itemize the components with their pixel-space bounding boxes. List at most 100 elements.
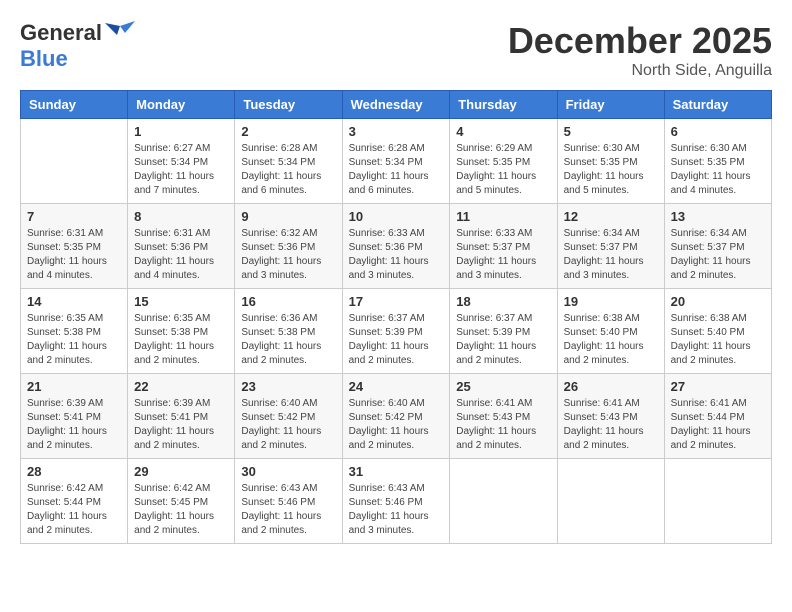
calendar-week-row: 21 Sunrise: 6:39 AMSunset: 5:41 PMDayligh… (21, 374, 772, 459)
day-number: 28 (27, 464, 121, 479)
calendar-cell: 6 Sunrise: 6:30 AMSunset: 5:35 PMDaylight… (664, 119, 771, 204)
day-number: 21 (27, 379, 121, 394)
calendar-cell: 1 Sunrise: 6:27 AMSunset: 5:34 PMDaylight… (128, 119, 235, 204)
day-info: Sunrise: 6:33 AMSunset: 5:36 PMDaylight:… (349, 227, 444, 283)
day-info: Sunrise: 6:39 AMSunset: 5:41 PMDaylight:… (134, 397, 228, 453)
day-info: Sunrise: 6:43 AMSunset: 5:46 PMDaylight:… (349, 482, 444, 538)
calendar-table: Sunday Monday Tuesday Wednesday Thursday… (20, 90, 772, 544)
calendar-cell: 25Sunrise: 6:41 AMSunset: 5:43 PMDayligh… (450, 374, 557, 459)
day-info: Sunrise: 6:42 AMSunset: 5:45 PMDaylight:… (134, 482, 228, 538)
logo-general-text: General (20, 20, 102, 46)
day-number: 23 (241, 379, 335, 394)
day-number: 8 (134, 209, 228, 224)
calendar-cell: 23 Sunrise: 6:40 AMSunset: 5:42 PMDayligh… (235, 374, 342, 459)
day-info: Sunrise: 6:37 AMSunset: 5:39 PMDaylight:… (349, 312, 444, 368)
day-info: Sunrise: 6:31 AMSunset: 5:36 PMDaylight:… (134, 227, 228, 283)
title-block: December 2025 North Side, Anguilla (508, 20, 772, 80)
day-number: 22 (134, 379, 228, 394)
calendar-cell: 9Sunrise: 6:32 AMSunset: 5:36 PMDaylight… (235, 204, 342, 289)
calendar-cell (557, 459, 664, 544)
day-info: Sunrise: 6:34 AMSunset: 5:37 PMDaylight:… (564, 227, 658, 283)
calendar-cell: 27Sunrise: 6:41 AMSunset: 5:44 PMDayligh… (664, 374, 771, 459)
calendar-cell: 15 Sunrise: 6:35 AMSunset: 5:38 PMDayligh… (128, 289, 235, 374)
calendar-cell: 30Sunrise: 6:43 AMSunset: 5:46 PMDayligh… (235, 459, 342, 544)
day-number: 30 (241, 464, 335, 479)
calendar-cell (450, 459, 557, 544)
calendar-cell: 10 Sunrise: 6:33 AMSunset: 5:36 PMDayligh… (342, 204, 450, 289)
calendar-cell: 7 Sunrise: 6:31 AMSunset: 5:35 PMDaylight… (21, 204, 128, 289)
day-info: Sunrise: 6:42 AMSunset: 5:44 PMDaylight:… (27, 482, 121, 538)
day-number: 29 (134, 464, 228, 479)
day-info: Sunrise: 6:30 AMSunset: 5:35 PMDaylight:… (564, 142, 658, 198)
day-number: 17 (349, 294, 444, 309)
day-number: 26 (564, 379, 658, 394)
calendar-week-row: 14 Sunrise: 6:35 AMSunset: 5:38 PMDayligh… (21, 289, 772, 374)
day-info: Sunrise: 6:36 AMSunset: 5:38 PMDaylight:… (241, 312, 335, 368)
calendar-cell: 3Sunrise: 6:28 AMSunset: 5:34 PMDaylight… (342, 119, 450, 204)
calendar-week-row: 1 Sunrise: 6:27 AMSunset: 5:34 PMDaylight… (21, 119, 772, 204)
calendar-cell: 21 Sunrise: 6:39 AMSunset: 5:41 PMDayligh… (21, 374, 128, 459)
day-info: Sunrise: 6:38 AMSunset: 5:40 PMDaylight:… (671, 312, 765, 368)
day-number: 4 (456, 124, 550, 139)
calendar-cell: 11 Sunrise: 6:33 AMSunset: 5:37 PMDayligh… (450, 204, 557, 289)
day-number: 20 (671, 294, 765, 309)
day-info: Sunrise: 6:39 AMSunset: 5:41 PMDaylight:… (27, 397, 121, 453)
day-number: 7 (27, 209, 121, 224)
calendar-cell: 20 Sunrise: 6:38 AMSunset: 5:40 PMDayligh… (664, 289, 771, 374)
day-info: Sunrise: 6:27 AMSunset: 5:34 PMDaylight:… (134, 142, 228, 198)
day-number: 10 (349, 209, 444, 224)
day-info: Sunrise: 6:29 AMSunset: 5:35 PMDaylight:… (456, 142, 550, 198)
day-number: 1 (134, 124, 228, 139)
day-info: Sunrise: 6:28 AMSunset: 5:34 PMDaylight:… (241, 142, 335, 198)
day-info: Sunrise: 6:35 AMSunset: 5:38 PMDaylight:… (134, 312, 228, 368)
day-info: Sunrise: 6:35 AMSunset: 5:38 PMDaylight:… (27, 312, 121, 368)
header-tuesday: Tuesday (235, 91, 342, 119)
day-number: 2 (241, 124, 335, 139)
weekday-header-row: Sunday Monday Tuesday Wednesday Thursday… (21, 91, 772, 119)
day-info: Sunrise: 6:33 AMSunset: 5:37 PMDaylight:… (456, 227, 550, 283)
day-info: Sunrise: 6:38 AMSunset: 5:40 PMDaylight:… (564, 312, 658, 368)
calendar-cell (664, 459, 771, 544)
day-number: 6 (671, 124, 765, 139)
header-monday: Monday (128, 91, 235, 119)
day-number: 14 (27, 294, 121, 309)
calendar-cell: 13Sunrise: 6:34 AMSunset: 5:37 PMDayligh… (664, 204, 771, 289)
header-thursday: Thursday (450, 91, 557, 119)
calendar-cell (21, 119, 128, 204)
calendar-cell: 5 Sunrise: 6:30 AMSunset: 5:35 PMDaylight… (557, 119, 664, 204)
calendar-body: 1 Sunrise: 6:27 AMSunset: 5:34 PMDaylight… (21, 119, 772, 544)
day-number: 31 (349, 464, 444, 479)
day-number: 5 (564, 124, 658, 139)
day-info: Sunrise: 6:34 AMSunset: 5:37 PMDaylight:… (671, 227, 765, 283)
calendar-cell: 26Sunrise: 6:41 AMSunset: 5:43 PMDayligh… (557, 374, 664, 459)
calendar-cell: 28 Sunrise: 6:42 AMSunset: 5:44 PMDayligh… (21, 459, 128, 544)
calendar-cell: 31 Sunrise: 6:43 AMSunset: 5:46 PMDayligh… (342, 459, 450, 544)
header-sunday: Sunday (21, 91, 128, 119)
day-number: 19 (564, 294, 658, 309)
day-number: 15 (134, 294, 228, 309)
day-info: Sunrise: 6:28 AMSunset: 5:34 PMDaylight:… (349, 142, 444, 198)
calendar-week-row: 28 Sunrise: 6:42 AMSunset: 5:44 PMDayligh… (21, 459, 772, 544)
day-number: 18 (456, 294, 550, 309)
calendar-cell: 14 Sunrise: 6:35 AMSunset: 5:38 PMDayligh… (21, 289, 128, 374)
calendar-cell: 29 Sunrise: 6:42 AMSunset: 5:45 PMDayligh… (128, 459, 235, 544)
day-info: Sunrise: 6:31 AMSunset: 5:35 PMDaylight:… (27, 227, 121, 283)
location: North Side, Anguilla (508, 62, 772, 80)
day-info: Sunrise: 6:41 AMSunset: 5:44 PMDaylight:… (671, 397, 765, 453)
day-info: Sunrise: 6:37 AMSunset: 5:39 PMDaylight:… (456, 312, 550, 368)
day-info: Sunrise: 6:40 AMSunset: 5:42 PMDaylight:… (241, 397, 335, 453)
day-info: Sunrise: 6:30 AMSunset: 5:35 PMDaylight:… (671, 142, 765, 198)
day-info: Sunrise: 6:40 AMSunset: 5:42 PMDaylight:… (349, 397, 444, 453)
page-header: General Blue December 2025 North Side, A… (20, 20, 772, 80)
logo-blue-text: Blue (20, 46, 68, 72)
calendar-cell: 22 Sunrise: 6:39 AMSunset: 5:41 PMDayligh… (128, 374, 235, 459)
day-number: 12 (564, 209, 658, 224)
day-number: 24 (349, 379, 444, 394)
calendar-cell: 17 Sunrise: 6:37 AMSunset: 5:39 PMDayligh… (342, 289, 450, 374)
calendar-week-row: 7 Sunrise: 6:31 AMSunset: 5:35 PMDaylight… (21, 204, 772, 289)
logo: General Blue (20, 20, 135, 72)
day-info: Sunrise: 6:41 AMSunset: 5:43 PMDaylight:… (456, 397, 550, 453)
calendar-cell: 4 Sunrise: 6:29 AMSunset: 5:35 PMDaylight… (450, 119, 557, 204)
calendar-cell: 24 Sunrise: 6:40 AMSunset: 5:42 PMDayligh… (342, 374, 450, 459)
day-number: 11 (456, 209, 550, 224)
